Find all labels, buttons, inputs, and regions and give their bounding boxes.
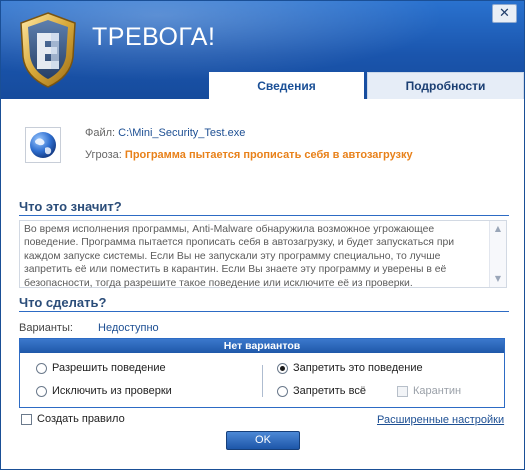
option-deny-behavior-label: Запретить это поведение xyxy=(293,362,423,374)
option-allow-label: Разрешить поведение xyxy=(52,362,166,374)
radio-deny-all[interactable] xyxy=(277,385,288,397)
create-rule-label: Создать правило xyxy=(37,413,125,425)
description-scrollbar[interactable]: ▲ ▼ xyxy=(489,221,506,287)
option-allow[interactable]: Разрешить поведение xyxy=(36,362,166,374)
option-quarantine-label: Карантин xyxy=(413,385,462,397)
option-exclude[interactable]: Исключить из проверки xyxy=(36,385,172,397)
checkbox-create-rule[interactable] xyxy=(21,413,32,425)
options-panel: Нет вариантов Разрешить поведение Исключ… xyxy=(19,338,505,408)
section-title-what-do: Что сделать? xyxy=(19,295,107,310)
description-box: Во время исполнения программы, Anti-Malw… xyxy=(19,220,507,289)
shield-logo-icon xyxy=(20,12,76,88)
scroll-down-icon[interactable]: ▼ xyxy=(493,275,503,283)
threat-row: Угроза: Программа пытается прописать себ… xyxy=(85,149,413,161)
alert-window: ТРЕВОГА! ✕ Сведения Подробности Файл: C:… xyxy=(0,0,525,470)
checkbox-quarantine[interactable] xyxy=(397,385,408,397)
header-bar: ТРЕВОГА! ✕ Сведения Подробности xyxy=(1,1,524,99)
radio-allow[interactable] xyxy=(36,362,47,374)
file-path: C:\Mini_Security_Test.exe xyxy=(118,127,246,139)
section-divider xyxy=(19,215,509,216)
scroll-up-icon[interactable]: ▲ xyxy=(493,225,503,233)
option-deny-behavior[interactable]: Запретить это поведение xyxy=(277,362,423,374)
window-title: ТРЕВОГА! xyxy=(92,23,216,51)
file-label: Файл: xyxy=(85,127,116,139)
tab-more-info[interactable]: Подробности xyxy=(367,72,524,99)
create-rule-option[interactable]: Создать правило xyxy=(21,413,125,425)
radio-deny-behavior[interactable] xyxy=(277,362,288,374)
threat-label: Угроза: xyxy=(85,149,122,161)
option-deny-all-label: Запретить всё xyxy=(293,385,366,397)
options-header: Нет вариантов xyxy=(20,339,504,353)
threat-description: Программа пытается прописать себя в авто… xyxy=(124,149,413,161)
radio-exclude[interactable] xyxy=(36,385,47,397)
options-divider xyxy=(262,365,263,397)
ok-button[interactable]: OK xyxy=(226,431,300,450)
variants-label: Варианты: xyxy=(19,322,73,334)
option-quarantine[interactable]: Карантин xyxy=(397,385,461,397)
section-title-what-means: Что это значит? xyxy=(19,199,122,214)
tab-details[interactable]: Сведения xyxy=(209,72,364,99)
advanced-settings-link[interactable]: Расширенные настройки xyxy=(377,414,504,426)
section-divider xyxy=(19,311,509,312)
option-deny-all[interactable]: Запретить всё xyxy=(277,385,366,397)
option-exclude-label: Исключить из проверки xyxy=(52,385,172,397)
file-row: Файл: C:\Mini_Security_Test.exe xyxy=(85,127,245,139)
description-text: Во время исполнения программы, Anti-Malw… xyxy=(24,224,455,289)
close-button[interactable]: ✕ xyxy=(492,4,517,23)
variants-value: Недоступно xyxy=(98,322,159,334)
globe-icon xyxy=(25,127,61,163)
